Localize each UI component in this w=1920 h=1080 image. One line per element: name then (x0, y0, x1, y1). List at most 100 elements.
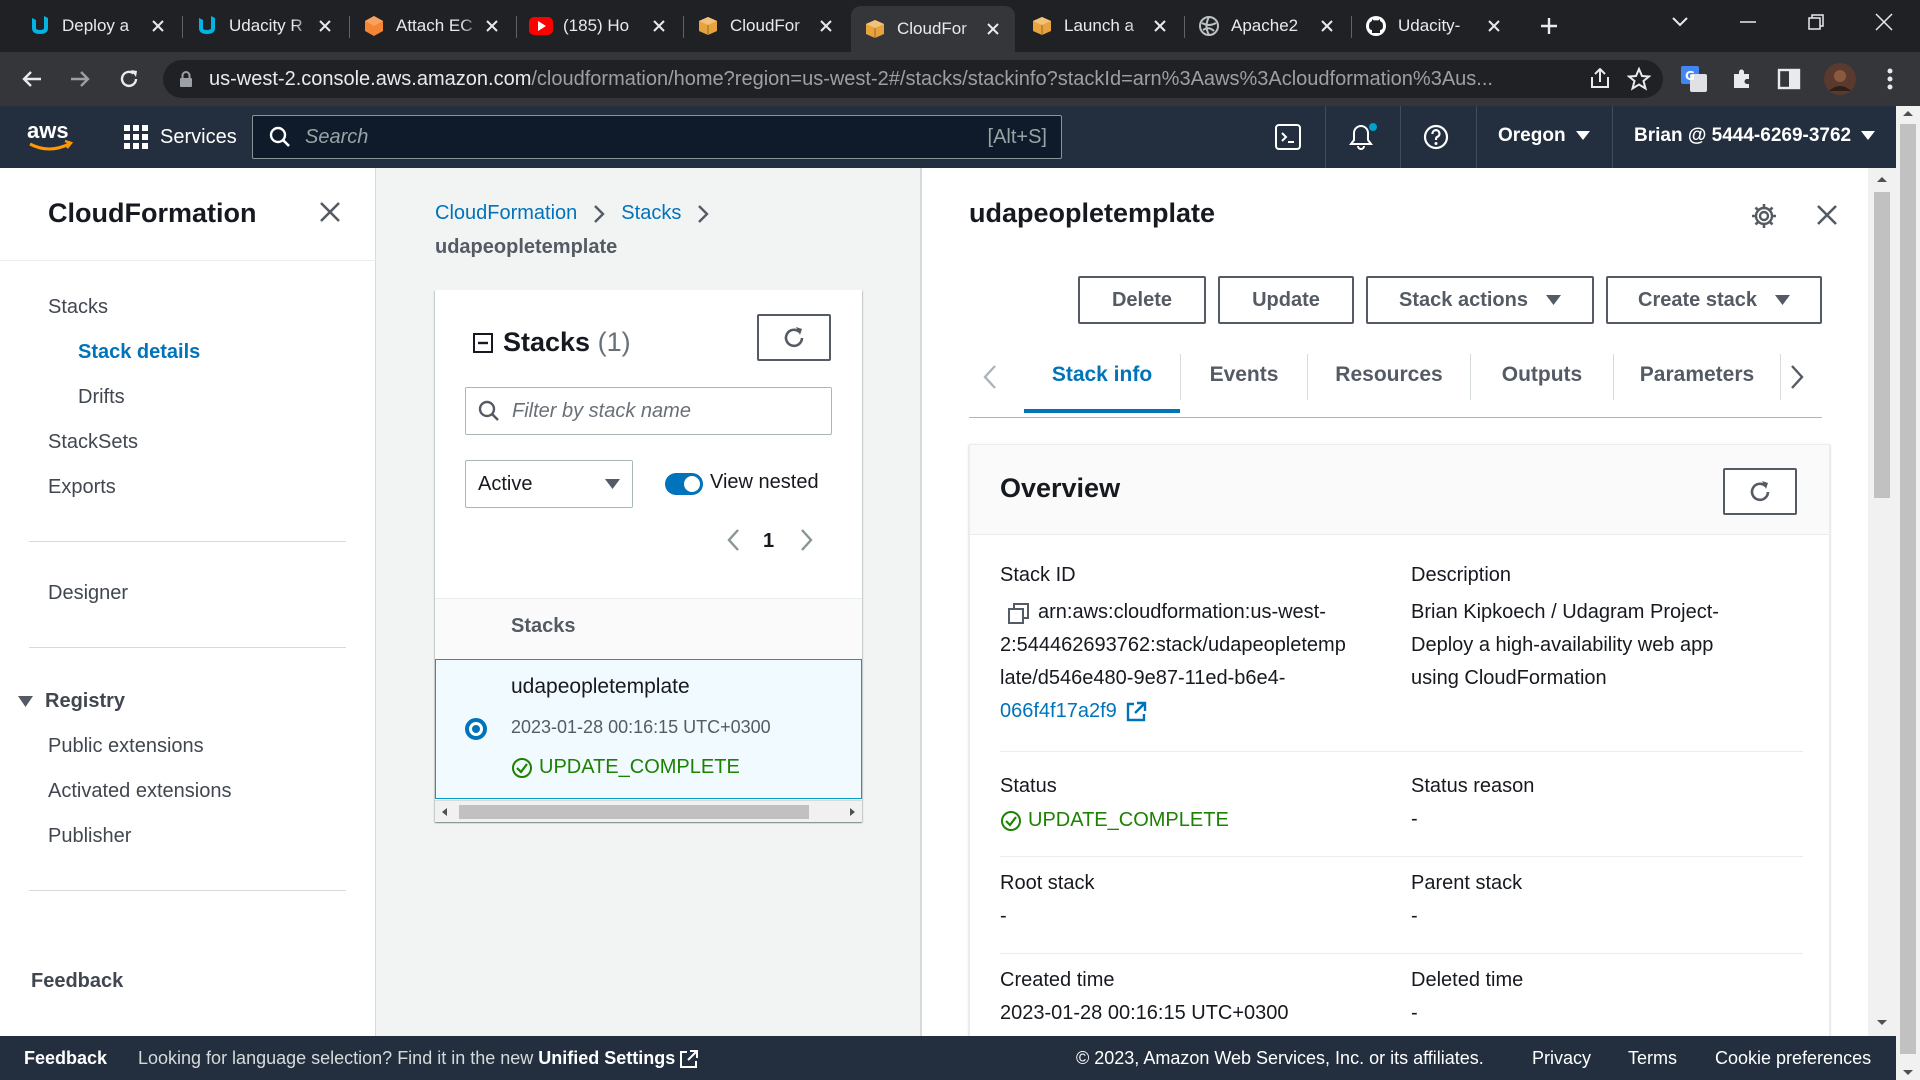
browser-tab[interactable]: Udacity- (1352, 6, 1516, 46)
browser-menu-icon[interactable] (1876, 65, 1904, 93)
sidenav-title[interactable]: CloudFormation (48, 198, 256, 229)
create-stack-button[interactable]: Create stack (1606, 276, 1822, 324)
tabs-scroll-right-icon[interactable] (1790, 364, 1804, 390)
stack-id-line-2[interactable]: 2:544462693762:stack/udapeopletemp (1000, 629, 1346, 662)
collapse-icon[interactable] (473, 333, 493, 353)
view-nested-toggle[interactable] (665, 473, 703, 495)
browser-tab[interactable]: CloudFor (684, 6, 848, 46)
sidenav-item-stacksets[interactable]: StackSets (48, 431, 138, 454)
caret-down-icon (1774, 294, 1790, 306)
close-window-icon[interactable] (1854, 0, 1914, 44)
footer-cookie-link[interactable]: Cookie preferences (1715, 1048, 1871, 1069)
detail-pane-scrollbar[interactable] (1868, 168, 1896, 1036)
tabs-scroll-left-icon[interactable] (983, 364, 997, 390)
breadcrumb-stacks[interactable]: Stacks (621, 202, 681, 225)
back-icon[interactable] (16, 63, 48, 95)
account-menu[interactable]: Brian @ 5444-6269-3762 (1634, 125, 1876, 147)
row-radio-button[interactable] (465, 718, 487, 740)
unified-settings-link[interactable]: Unified Settings (538, 1048, 675, 1069)
refresh-stacks-button[interactable] (757, 314, 831, 361)
settings-gear-icon[interactable] (1751, 203, 1777, 229)
update-button[interactable]: Update (1218, 276, 1354, 324)
sidenav-item-publisher[interactable]: Publisher (48, 825, 131, 848)
stack-id-line-4[interactable]: 066f4f17a2f9 (1000, 695, 1117, 728)
close-tab-icon[interactable] (816, 16, 836, 36)
browser-tab[interactable]: Launch a (1018, 6, 1182, 46)
aws-logo[interactable]: aws (27, 120, 75, 154)
browser-tab[interactable]: Apache2 (1185, 6, 1349, 46)
browser-tab-active[interactable]: CloudFor (851, 6, 1015, 52)
row-stack-name[interactable]: udapeopletemplate (511, 675, 690, 699)
tab-outputs[interactable]: Outputs (1471, 339, 1613, 411)
breadcrumb-cloudformation[interactable]: CloudFormation (435, 202, 577, 225)
stack-id-line-4-row[interactable]: 066f4f17a2f9 (1000, 695, 1147, 728)
close-sidenav-icon[interactable] (318, 200, 342, 224)
footer-feedback-link[interactable]: Feedback (24, 1048, 107, 1069)
close-tab-icon[interactable] (1484, 16, 1504, 36)
browser-tab[interactable]: Udacity R (183, 6, 347, 46)
tab-events[interactable]: Events (1181, 339, 1307, 411)
aws-top-navigation: aws Services Search [Alt+S] Oregon Brian… (0, 106, 1896, 168)
close-tab-icon[interactable] (315, 16, 335, 36)
profile-avatar[interactable] (1824, 63, 1856, 95)
close-tab-icon[interactable] (1150, 16, 1170, 36)
share-icon[interactable] (1589, 68, 1611, 90)
footer-privacy-link[interactable]: Privacy (1532, 1048, 1591, 1069)
sidenav-item-drifts[interactable]: Drifts (78, 386, 125, 409)
sidenav-item-designer[interactable]: Designer (48, 582, 128, 605)
global-search-input[interactable]: Search [Alt+S] (252, 115, 1062, 159)
bookmark-star-icon[interactable] (1627, 67, 1651, 91)
close-panel-icon[interactable] (1815, 203, 1839, 227)
sidenav-item-exports[interactable]: Exports (48, 476, 116, 499)
table-row-selected[interactable]: udapeopletemplate 2023-01-28 00:16:15 UT… (435, 659, 862, 799)
restore-window-icon[interactable] (1786, 0, 1846, 44)
close-tab-icon[interactable] (1317, 16, 1337, 36)
region-selector[interactable]: Oregon (1498, 125, 1590, 147)
forward-icon[interactable] (64, 63, 96, 95)
reload-icon[interactable] (113, 63, 145, 95)
status-value-text: UPDATE_COMPLETE (1028, 809, 1229, 831)
google-translate-icon[interactable]: G (1680, 65, 1708, 93)
stack-id-line-3[interactable]: late/d546e480-9e87-11ed-b6e4- (1000, 662, 1285, 695)
sidenav-item-stack-details[interactable]: Stack details (78, 341, 200, 364)
tab-stack-info[interactable]: Stack info (1024, 339, 1180, 411)
column-header-stacks[interactable]: Stacks (511, 615, 576, 638)
stack-id-line-1[interactable]: arn:aws:cloudformation:us-west- (1038, 596, 1326, 629)
browser-tab[interactable]: Attach EC (350, 6, 514, 46)
sidenav-item-public-extensions[interactable]: Public extensions (48, 735, 204, 758)
tab-resources[interactable]: Resources (1308, 339, 1470, 411)
notifications-bell-icon[interactable] (1348, 123, 1378, 151)
horizontal-scrollbar[interactable] (435, 800, 862, 822)
extensions-puzzle-icon[interactable] (1728, 65, 1756, 93)
filter-stack-name-input[interactable]: Filter by stack name (465, 387, 832, 435)
close-tab-icon[interactable] (482, 16, 502, 36)
browser-tab[interactable]: (185) Ho (517, 6, 681, 46)
tab-search-icon[interactable] (1650, 0, 1710, 44)
copy-icon[interactable] (1008, 603, 1030, 625)
close-tab-icon[interactable] (649, 16, 669, 36)
new-tab-icon[interactable] (1535, 12, 1563, 40)
next-page-icon[interactable] (799, 528, 813, 552)
refresh-overview-button[interactable] (1723, 468, 1797, 515)
side-panel-icon[interactable] (1775, 65, 1803, 93)
previous-page-icon[interactable] (727, 528, 741, 552)
sidenav-feedback-link[interactable]: Feedback (31, 970, 123, 993)
services-menu-button[interactable]: Services (124, 125, 237, 149)
current-page-number[interactable]: 1 (763, 530, 774, 553)
footer-terms-link[interactable]: Terms (1628, 1048, 1677, 1069)
close-tab-icon[interactable] (983, 19, 1003, 39)
close-tab-icon[interactable] (148, 16, 168, 36)
delete-button[interactable]: Delete (1078, 276, 1206, 324)
sidenav-item-stacks[interactable]: Stacks (48, 296, 108, 319)
cloudshell-icon[interactable] (1275, 124, 1301, 150)
sidenav-item-activated-extensions[interactable]: Activated extensions (48, 780, 231, 803)
stack-actions-button[interactable]: Stack actions (1366, 276, 1594, 324)
page-scrollbar[interactable] (1896, 106, 1920, 1080)
status-filter-select[interactable]: Active (465, 460, 633, 508)
sidenav-section-registry[interactable]: Registry (18, 690, 125, 713)
browser-tab[interactable]: Deploy a (16, 6, 180, 46)
tab-parameters[interactable]: Parameters (1614, 339, 1780, 411)
minimize-window-icon[interactable] (1718, 0, 1778, 44)
url-bar[interactable]: us-west-2.console.aws.amazon.com/cloudfo… (163, 60, 1663, 98)
help-icon[interactable] (1423, 124, 1449, 150)
